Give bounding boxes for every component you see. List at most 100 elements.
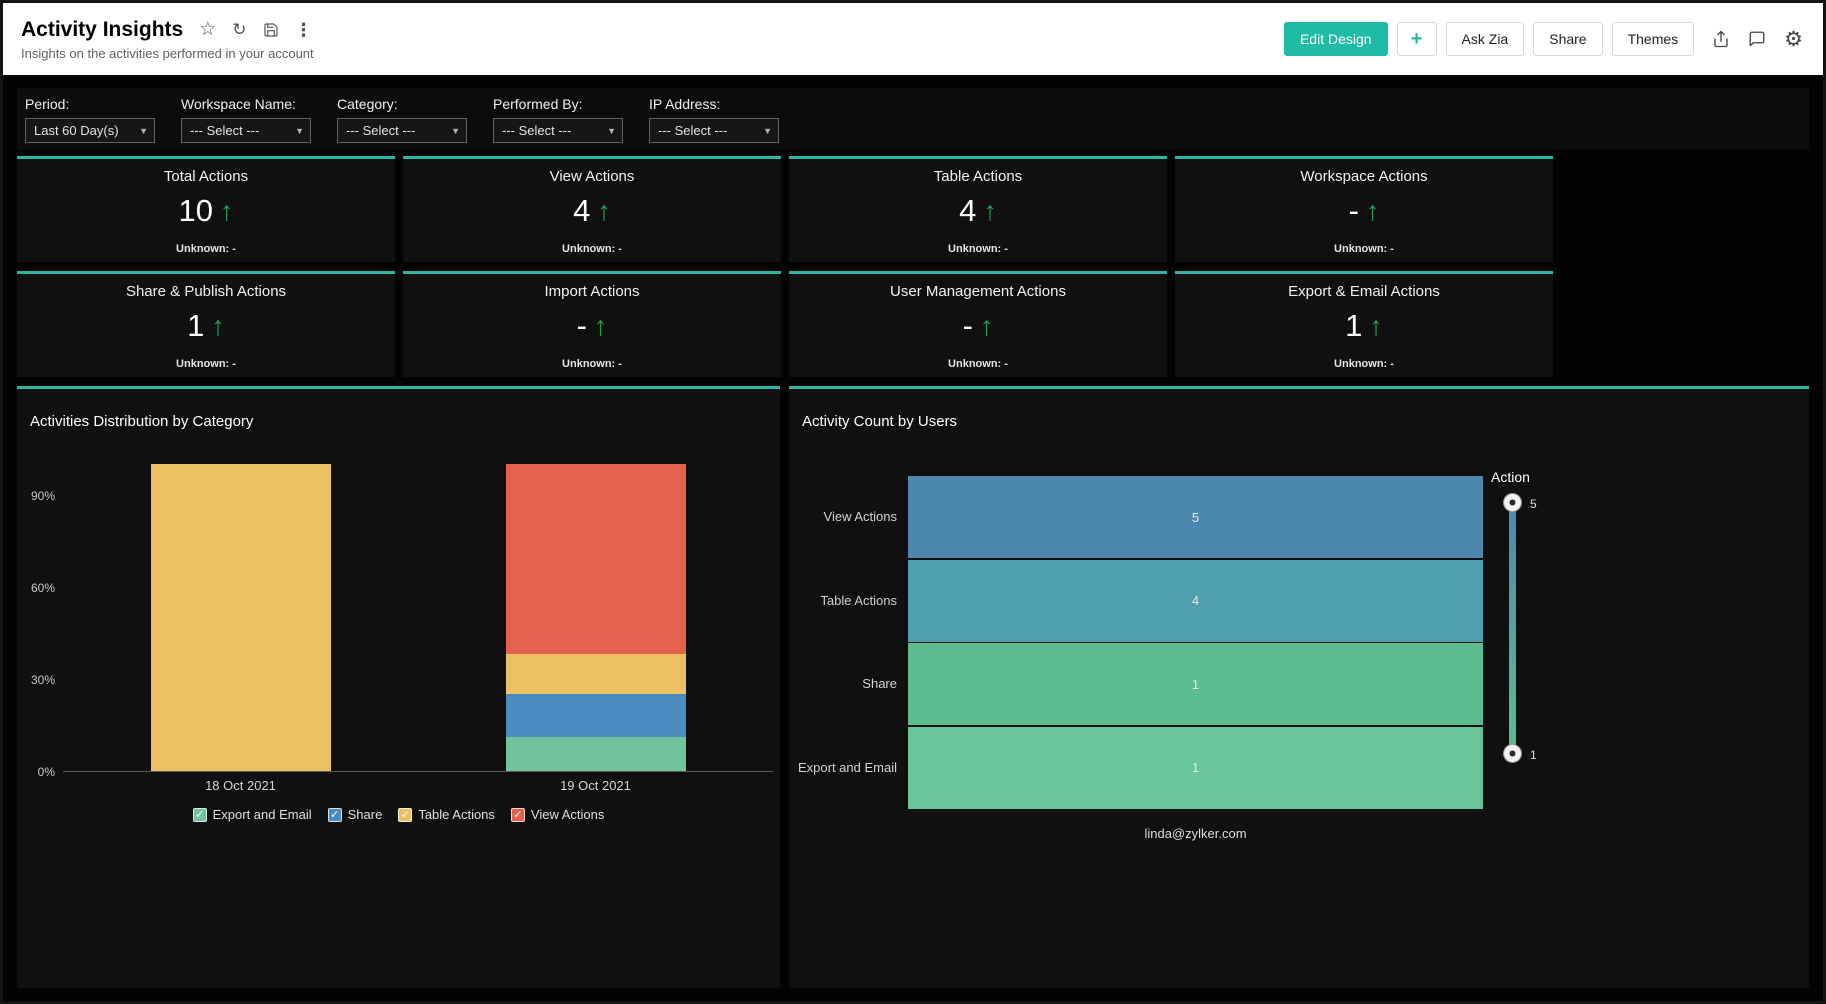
favorite-star-icon[interactable]: ☆ <box>199 20 216 39</box>
bar-segment-view-actions[interactable] <box>506 464 686 654</box>
filter-select-value: --- Select --- <box>502 123 571 138</box>
slider-title: Action <box>1491 469 1581 485</box>
checkbox-checked-icon: ✓ <box>511 808 525 822</box>
legend-item-view-actions[interactable]: ✓ View Actions <box>511 807 604 822</box>
kpi-title: Table Actions <box>934 168 1022 185</box>
filter-select-ip-address[interactable]: --- Select ---▼ <box>649 118 779 143</box>
kpi-footer: Unknown: - <box>176 358 236 370</box>
caret-down-icon: ▼ <box>451 126 460 136</box>
filter-select-value: Last 60 Day(s) <box>34 123 119 138</box>
kpi-title: Share & Publish Actions <box>126 283 286 300</box>
kpi-title: User Management Actions <box>890 283 1066 300</box>
settings-gear-icon[interactable]: ⚙ <box>1784 29 1803 50</box>
kpi-value: - <box>1349 193 1359 229</box>
checkbox-checked-icon: ✓ <box>328 808 342 822</box>
heatmap-x-axis-label: linda@zylker.com <box>908 826 1483 841</box>
bar-segment-table-actions[interactable] <box>506 654 686 694</box>
kpi-footer: Unknown: - <box>1334 243 1394 255</box>
checkbox-checked-icon: ✓ <box>193 808 207 822</box>
filter-select-performed-by[interactable]: --- Select --- ▼ <box>493 118 623 143</box>
kpi-card-user-management-actions[interactable]: User Management Actions-↑Unknown: - <box>789 271 1167 377</box>
kpi-card-export-email-actions[interactable]: Export & Email Actions 1↑ Unknown: - <box>1175 271 1553 377</box>
heatmap-cell-value: 4 <box>1192 593 1199 608</box>
trend-up-arrow-icon: ↑ <box>211 313 225 340</box>
themes-button[interactable]: Themes <box>1612 22 1695 56</box>
filter-group-period: Period:Last 60 Day(s)▼ <box>25 96 155 150</box>
filter-select-category[interactable]: --- Select --- ▼ <box>337 118 467 143</box>
kpi-card-total-actions[interactable]: Total Actions10↑Unknown: - <box>17 156 395 262</box>
slider-handle-min[interactable] <box>1504 745 1521 762</box>
kpi-value-row: -↑ <box>1349 193 1380 229</box>
kpi-footer: Unknown: - <box>562 243 622 255</box>
legend-item-table-actions[interactable]: ✓Table Actions <box>398 807 495 822</box>
heatmap-range-slider: Action 5 1 <box>1491 469 1581 799</box>
kpi-value-row: 10 ↑ <box>179 193 234 229</box>
x-axis-label-18-oct-2021: 18 Oct 2021 <box>161 778 321 793</box>
bar-19-oct-2021 <box>506 464 686 771</box>
slider-track[interactable] <box>1509 501 1516 753</box>
bar-segment-export-and-email[interactable] <box>506 737 686 771</box>
charts-row: Activities Distribution by Category 18 O… <box>17 386 1809 988</box>
kpi-card-view-actions[interactable]: View Actions4↑Unknown: - <box>403 156 781 262</box>
filter-group-performed-by: Performed By:--- Select ---▼ <box>493 96 623 150</box>
slider-max-label: 5 <box>1530 497 1537 511</box>
kpi-card-share-publish-actions[interactable]: Share & Publish Actions 1↑ Unknown: - <box>17 271 395 377</box>
heatmap-row-label-view-actions: View Actions <box>789 476 897 558</box>
heatmap-cell-value: 1 <box>1192 760 1199 775</box>
comments-icon[interactable] <box>1748 30 1766 48</box>
trend-up-arrow-icon: ↑ <box>220 198 234 225</box>
edit-design-button[interactable]: Edit Design <box>1284 22 1388 56</box>
kpi-grid: Total Actions10↑Unknown: -View Actions4↑… <box>17 156 1809 377</box>
kpi-value-row: 4↑ <box>573 193 611 229</box>
heatmap-cell-view-actions[interactable]: 5 <box>908 476 1483 558</box>
legend-item-share[interactable]: ✓ Share <box>328 807 383 822</box>
filter-label: IP Address: <box>649 96 779 112</box>
legend-item-export-and-email[interactable]: ✓ Export and Email <box>193 807 312 822</box>
refresh-icon[interactable]: ↻ <box>232 21 246 38</box>
filter-select-period[interactable]: Last 60 Day(s) ▼ <box>25 118 155 143</box>
filter-bar: Period:Last 60 Day(s)▼Workspace Name:---… <box>17 88 1809 150</box>
header-actions: Edit Design + Ask Zia Share Themes ⚙ <box>1284 22 1803 56</box>
ask-zia-button[interactable]: Ask Zia <box>1446 22 1525 56</box>
filter-select-value: --- Select --- <box>346 123 415 138</box>
kpi-footer: Unknown: - <box>1334 358 1394 370</box>
kpi-value: - <box>577 308 587 344</box>
checkbox-checked-icon: ✓ <box>398 808 412 822</box>
more-options-icon[interactable]: ⋮ <box>295 21 313 39</box>
trend-up-arrow-icon: ↑ <box>594 313 608 340</box>
heatmap-cell-export-and-email[interactable]: 1 <box>908 727 1483 809</box>
y-axis-tick-90: 90% <box>17 489 55 503</box>
heatmap-cell-share[interactable]: 1 <box>908 643 1483 725</box>
right-chart-title: Activity Count by Users <box>802 413 957 430</box>
caret-down-icon: ▼ <box>139 126 148 136</box>
filter-group-category: Category: --- Select --- ▼ <box>337 96 467 150</box>
share-button[interactable]: Share <box>1533 22 1602 56</box>
heatmap-cell-table-actions[interactable]: 4 <box>908 560 1483 642</box>
kpi-card-import-actions[interactable]: Import Actions-↑Unknown: - <box>403 271 781 377</box>
title-area: Activity Insights ☆ ↻ ⋮ Insights on the … <box>21 18 314 61</box>
export-icon[interactable] <box>1712 30 1730 48</box>
save-icon[interactable] <box>263 22 279 38</box>
bar-segment-table-actions[interactable] <box>151 464 331 771</box>
legend-label: View Actions <box>531 807 604 822</box>
kpi-value: 10 <box>179 193 213 229</box>
legend-label: Export and Email <box>213 807 312 822</box>
slider-handle-max[interactable] <box>1504 494 1521 511</box>
kpi-value-row: 1↑ <box>187 308 225 344</box>
y-axis-tick-60: 60% <box>17 581 55 595</box>
trend-up-arrow-icon: ↑ <box>1369 313 1383 340</box>
caret-down-icon: ▼ <box>607 126 616 136</box>
filter-label: Category: <box>337 96 467 112</box>
kpi-value-row: 1↑ <box>1345 308 1383 344</box>
filter-select-value: --- Select --- <box>658 123 727 138</box>
heatmap-cell-value: 1 <box>1192 677 1199 692</box>
kpi-value-row: -↑ <box>577 308 608 344</box>
legend-label: Share <box>348 807 383 822</box>
filter-select-workspace-name[interactable]: --- Select ---▼ <box>181 118 311 143</box>
kpi-title: Export & Email Actions <box>1288 283 1440 300</box>
kpi-footer: Unknown: - <box>176 243 236 255</box>
add-widget-button[interactable]: + <box>1397 22 1437 56</box>
bar-segment-share[interactable] <box>506 694 686 737</box>
kpi-card-table-actions[interactable]: Table Actions4↑Unknown: - <box>789 156 1167 262</box>
kpi-card-workspace-actions[interactable]: Workspace Actions-↑Unknown: - <box>1175 156 1553 262</box>
